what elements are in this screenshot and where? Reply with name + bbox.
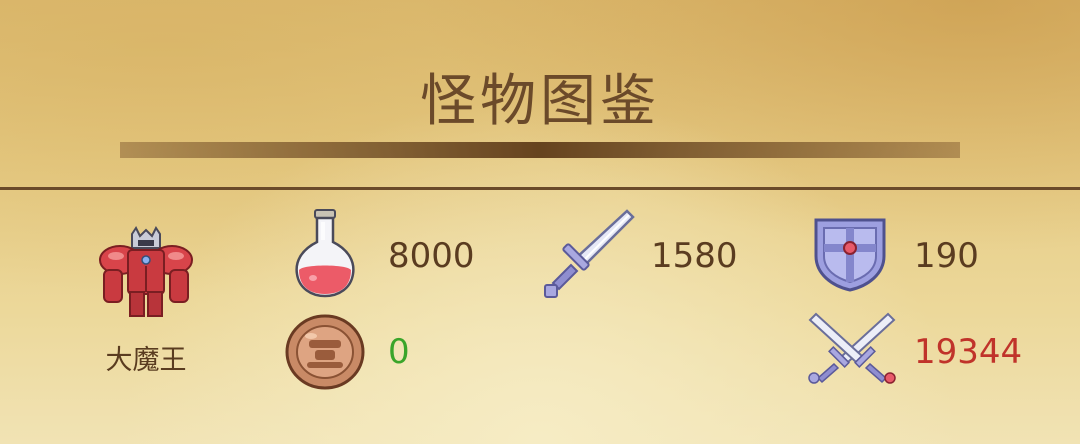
coin-icon bbox=[285, 314, 365, 390]
defense-value: 190 bbox=[914, 236, 979, 276]
page-title: 怪物图鉴 bbox=[420, 69, 660, 134]
damage-value: 19344 bbox=[914, 332, 1023, 372]
red-potion-icon bbox=[293, 208, 357, 298]
crossed-swords-icon bbox=[804, 312, 900, 384]
red-armored-demon-king-icon[interactable] bbox=[98, 226, 194, 318]
monster-name: 大魔王 bbox=[105, 345, 187, 376]
title-underline bbox=[120, 142, 960, 158]
section-divider bbox=[0, 187, 1080, 190]
gold-value: 0 bbox=[388, 332, 410, 372]
shield-icon bbox=[812, 214, 888, 292]
sword-icon bbox=[543, 207, 635, 299]
hp-value: 8000 bbox=[388, 236, 475, 276]
attack-value: 1580 bbox=[651, 236, 738, 276]
